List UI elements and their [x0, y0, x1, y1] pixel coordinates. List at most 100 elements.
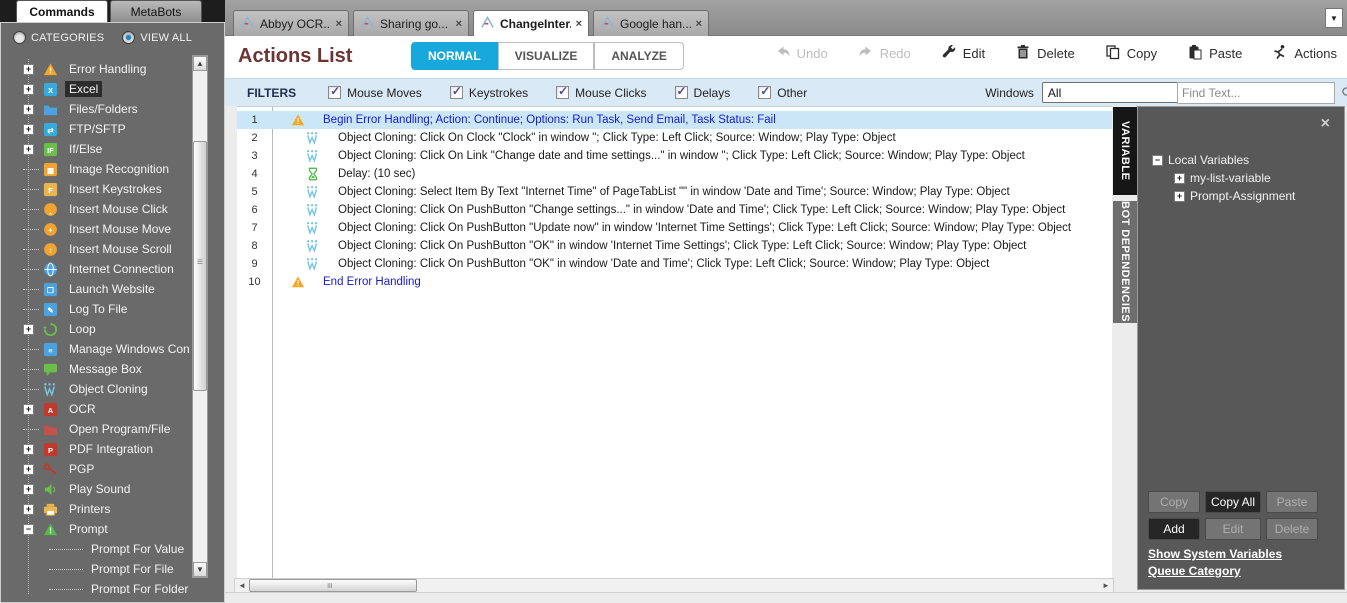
action-row-9[interactable]: 9Object Cloning: Click On PushButton "OK… — [237, 255, 1112, 273]
tree-expander-icon[interactable]: + — [23, 504, 34, 515]
sidebar-item-insert-mouse-click[interactable]: ‸Insert Mouse Click — [9, 199, 190, 219]
checkbox-checked-icon[interactable] — [328, 86, 341, 99]
action-row-10[interactable]: 10!End Error Handling — [237, 273, 1112, 291]
tree-expander-icon[interactable]: − — [1152, 155, 1163, 166]
sidebar-tab-commands[interactable]: Commands — [16, 0, 108, 22]
sidebar-item-insert-keystrokes[interactable]: FInsert Keystrokes — [9, 179, 190, 199]
mode-button-analyze[interactable]: ANALYZE — [594, 42, 684, 70]
action-row-6[interactable]: 6Object Cloning: Click On PushButton "Ch… — [237, 201, 1112, 219]
scroll-down-arrow-icon[interactable]: ▼ — [193, 562, 207, 577]
sidebar-item-prompt[interactable]: −!Prompt — [9, 519, 190, 539]
sidebar-item-excel[interactable]: +XExcel — [9, 79, 190, 99]
sidebar-item-if-else[interactable]: +IFIf/Else — [9, 139, 190, 159]
sidebar-item-open-program-file[interactable]: Open Program/File — [9, 419, 190, 439]
sidebar-item-files-folders[interactable]: +Files/Folders — [9, 99, 190, 119]
radio-categories[interactable]: CATEGORIES — [13, 31, 104, 44]
checkbox-checked-icon[interactable] — [758, 86, 771, 99]
toolbar-actions-button[interactable]: Actions — [1272, 44, 1337, 63]
toolbar-delete-button[interactable]: Delete — [1015, 44, 1075, 63]
filter-checkbox-keystrokes[interactable]: Keystrokes — [450, 86, 528, 100]
close-icon[interactable]: × — [336, 18, 342, 30]
filter-checkbox-mouse-clicks[interactable]: Mouse Clicks — [556, 86, 646, 100]
search-icon[interactable]: ▾ — [1341, 86, 1347, 100]
sidebar-item-insert-mouse-scroll[interactable]: ↕Insert Mouse Scroll — [9, 239, 190, 259]
filter-checkbox-mouse-moves[interactable]: Mouse Moves — [328, 86, 422, 100]
checkbox-checked-icon[interactable] — [556, 86, 569, 99]
tree-expander-icon[interactable]: + — [23, 64, 34, 75]
filter-checkbox-other[interactable]: Other — [758, 86, 807, 100]
side-tab-bot-dependencies[interactable]: BOT DEPENDENCIES — [1113, 201, 1137, 323]
tree-expander-icon[interactable]: + — [23, 84, 34, 95]
sidebar-item-pgp[interactable]: +PGP — [9, 459, 190, 479]
sidebar-scrollbar[interactable]: ▲ ▼ — [192, 55, 208, 578]
tree-expander-icon[interactable]: + — [23, 144, 34, 155]
variable-item-local-variables[interactable]: −Local Variables — [1152, 151, 1295, 169]
scroll-up-arrow-icon[interactable]: ▲ — [193, 56, 207, 71]
tree-expander-icon[interactable]: + — [23, 124, 34, 135]
doc-tab-sharing-go-[interactable]: Sharing go...× — [353, 10, 469, 36]
sidebar-scrollbar-thumb[interactable] — [193, 141, 207, 391]
sidebar-item-prompt-for-folder[interactable]: Prompt For Folder — [9, 579, 190, 594]
sidebar-item-launch-website[interactable]: ❐Launch Website — [9, 279, 190, 299]
close-icon[interactable]: × — [696, 18, 702, 30]
toolbar-edit-button[interactable]: Edit — [941, 44, 985, 63]
action-row-1[interactable]: 1!Begin Error Handling; Action: Continue… — [237, 111, 1112, 129]
tree-expander-icon[interactable]: + — [23, 464, 34, 475]
filter-checkbox-delays[interactable]: Delays — [675, 86, 731, 100]
sidebar-item-ocr[interactable]: +AOCR — [9, 399, 190, 419]
tree-expander-icon[interactable]: + — [23, 404, 34, 415]
variables-copy-all-button[interactable]: Copy All — [1205, 491, 1261, 513]
radio-view-all[interactable]: VIEW ALL — [122, 31, 192, 44]
toolbar-paste-button[interactable]: Paste — [1187, 44, 1242, 63]
sidebar-item-loop[interactable]: +Loop — [9, 319, 190, 339]
close-icon[interactable]: × — [576, 18, 582, 30]
action-row-7[interactable]: 7Object Cloning: Click On PushButton "Up… — [237, 219, 1112, 237]
sidebar-item-play-sound[interactable]: +Play Sound — [9, 479, 190, 499]
action-row-2[interactable]: 2Object Cloning: Click On Clock "Clock" … — [237, 129, 1112, 147]
sidebar-tab-metabots[interactable]: MetaBots — [110, 0, 202, 22]
action-row-8[interactable]: 8Object Cloning: Click On PushButton "OK… — [237, 237, 1112, 255]
tree-expander-icon[interactable]: + — [23, 104, 34, 115]
tree-expander-icon[interactable]: + — [1174, 191, 1185, 202]
action-row-4[interactable]: 4Delay: (10 sec) — [237, 165, 1112, 183]
show-system-variables-link[interactable]: Show System Variables — [1148, 547, 1282, 561]
action-row-5[interactable]: 5Object Cloning: Select Item By Text "In… — [237, 183, 1112, 201]
scroll-right-arrow-icon[interactable]: ► — [1099, 579, 1113, 592]
sidebar-item-image-recognition[interactable]: ▦Image Recognition — [9, 159, 190, 179]
close-icon[interactable]: × — [1321, 117, 1330, 131]
sidebar-item-error-handling[interactable]: +!Error Handling — [9, 59, 190, 79]
sidebar-item-message-box[interactable]: Message Box — [9, 359, 190, 379]
sidebar-item-pdf-integration[interactable]: +PPDF Integration — [9, 439, 190, 459]
tree-expander-icon[interactable]: + — [1174, 173, 1185, 184]
mode-button-normal[interactable]: NORMAL — [411, 42, 498, 70]
doc-tab-changeinter-[interactable]: ChangeInter...× — [473, 10, 589, 37]
sidebar-item-prompt-for-file[interactable]: Prompt For File — [9, 559, 190, 579]
sidebar-item-ftp-sftp[interactable]: +⇄FTP/SFTP — [9, 119, 190, 139]
sidebar-item-prompt-for-value[interactable]: Prompt For Value — [9, 539, 190, 559]
side-tab-variable[interactable]: VARIABLE — [1113, 107, 1137, 195]
checkbox-checked-icon[interactable] — [450, 86, 463, 99]
tree-expander-icon[interactable]: − — [23, 524, 34, 535]
tree-expander-icon[interactable]: + — [23, 484, 34, 495]
doc-tab-google-han-[interactable]: Google han...× — [593, 10, 709, 36]
scroll-left-arrow-icon[interactable]: ◄ — [235, 579, 249, 592]
sidebar-item-object-cloning[interactable]: Object Cloning — [9, 379, 190, 399]
sidebar-item-manage-windows-controls[interactable]: ≡Manage Windows Controls — [9, 339, 190, 359]
variable-item-prompt-assignment[interactable]: +Prompt-Assignment — [1174, 187, 1295, 205]
mode-button-visualize[interactable]: VISUALIZE — [498, 42, 595, 70]
find-text-input[interactable] — [1178, 86, 1341, 100]
checkbox-checked-icon[interactable] — [675, 86, 688, 99]
doc-tab-abbyy-ocr-[interactable]: Abbyy OCR...× — [233, 10, 349, 36]
tab-overflow-dropdown[interactable]: ▼ — [1325, 8, 1343, 28]
close-icon[interactable]: × — [456, 18, 462, 30]
toolbar-copy-button[interactable]: Copy — [1105, 44, 1157, 63]
sidebar-item-printers[interactable]: +Printers — [9, 499, 190, 519]
variable-item-my-list-variable[interactable]: +my-list-variable — [1174, 169, 1295, 187]
tree-expander-icon[interactable]: + — [23, 444, 34, 455]
horizontal-scrollbar-thumb[interactable] — [249, 579, 417, 592]
sidebar-item-log-to-file[interactable]: ✎Log To File — [9, 299, 190, 319]
horizontal-scrollbar[interactable]: ◄ ► — [234, 578, 1114, 593]
variables-add-button[interactable]: Add — [1148, 518, 1200, 540]
tree-expander-icon[interactable]: + — [23, 324, 34, 335]
sidebar-item-internet-connection[interactable]: Internet Connection — [9, 259, 190, 279]
